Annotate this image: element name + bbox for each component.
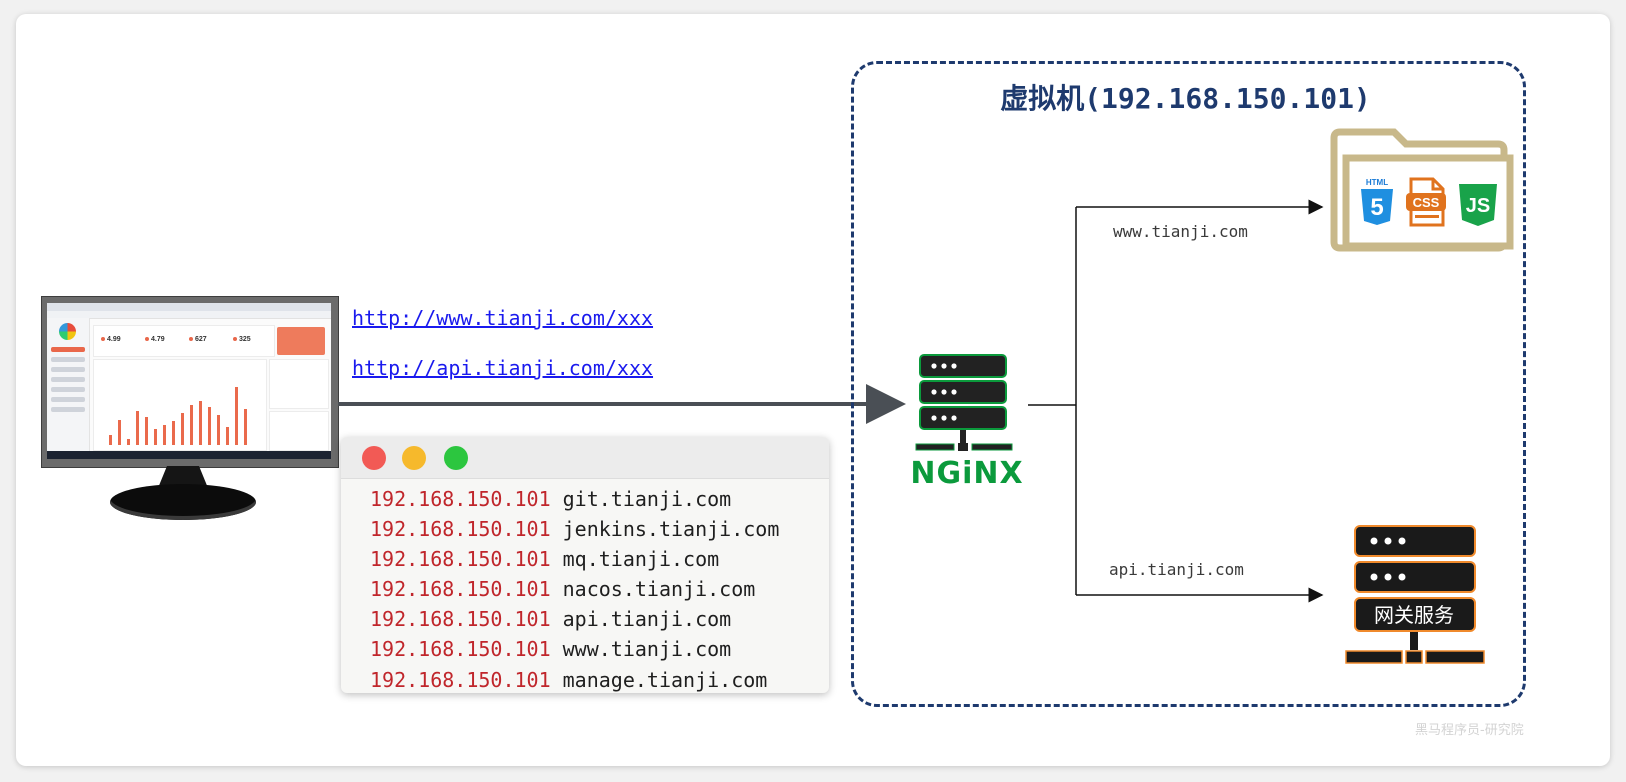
- window-maximize-button[interactable]: [444, 446, 468, 470]
- hosts-entry: 192.168.150.101 mq.tianji.com: [370, 547, 720, 571]
- css-badge-text: CSS: [1413, 195, 1440, 210]
- nginx-label: NGiNX: [910, 456, 1024, 491]
- html5-badge-text: HTML: [1366, 178, 1388, 187]
- hosts-entry: 192.168.150.101 nacos.tianji.com: [370, 577, 756, 601]
- js-icon: JS: [1459, 184, 1497, 226]
- css-file-icon: CSS: [1406, 177, 1446, 227]
- route-label-www: www.tianji.com: [1113, 222, 1248, 241]
- nginx-server-icon: [915, 354, 1013, 451]
- gateway-server-icon: [1345, 525, 1485, 664]
- js-badge-text: JS: [1466, 195, 1490, 217]
- window-close-button[interactable]: [362, 446, 386, 470]
- gateway-service-label: 网关服务: [1374, 603, 1454, 627]
- vm-title: 虚拟机(192.168.150.101): [1000, 82, 1371, 115]
- hosts-entry: 192.168.150.101 www.tianji.com: [370, 637, 732, 661]
- hosts-file-window: 192.168.150.101 git.tianji.com 192.168.15…: [341, 437, 829, 693]
- html5-icon: HTML 5: [1361, 178, 1393, 225]
- watermark: 黑马程序员-研究院: [1415, 723, 1524, 738]
- hosts-entry: 192.168.150.101 api.tianji.com: [370, 607, 732, 631]
- hosts-entry: 192.168.150.101 manage.tianji.com: [370, 668, 768, 692]
- hosts-entry: 192.168.150.101 git.tianji.com: [370, 487, 732, 511]
- route-label-api: api.tianji.com: [1109, 560, 1244, 579]
- window-minimize-button[interactable]: [402, 446, 426, 470]
- html5-number-text: 5: [1370, 194, 1383, 221]
- hosts-entry: 192.168.150.101 jenkins.tianji.com: [370, 517, 780, 541]
- hosts-window-titlebar: [341, 437, 829, 479]
